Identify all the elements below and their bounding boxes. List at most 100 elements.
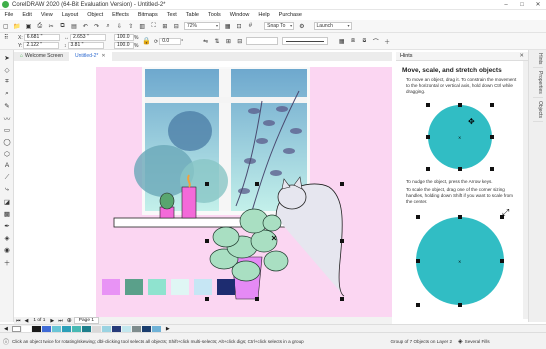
add-button-icon[interactable]: ＋ xyxy=(383,37,392,46)
grid-icon[interactable]: ⊟ xyxy=(172,22,181,31)
menu-tools[interactable]: Tools xyxy=(203,10,225,20)
publish-pdf-icon[interactable]: ▥ xyxy=(138,22,147,31)
object-origin-icon[interactable]: ⠿ xyxy=(4,34,16,41)
full-screen-icon[interactable]: ⛶ xyxy=(149,22,158,31)
palette-scroll-right-icon[interactable]: ▶ xyxy=(166,326,170,332)
convert-curves-icon[interactable]: ⌒ xyxy=(371,37,380,46)
menu-purchase[interactable]: Purchase xyxy=(274,10,306,20)
import-icon[interactable]: ⇩ xyxy=(115,22,124,31)
palette-swatch-14[interactable] xyxy=(152,325,162,332)
cut-icon[interactable]: ✂ xyxy=(47,22,56,31)
menu-view[interactable]: View xyxy=(36,10,57,20)
to-front-icon[interactable]: ⧈ xyxy=(349,37,358,46)
drawing-canvas[interactable] xyxy=(14,61,392,317)
rotation-field[interactable]: 0.0 xyxy=(159,38,182,45)
search-content-icon[interactable]: ⌕ xyxy=(104,22,113,31)
palette-swatch-7[interactable] xyxy=(82,325,92,332)
add-tool-icon[interactable]: ＋ xyxy=(2,257,12,267)
mirror-vertical-icon[interactable]: ⇅ xyxy=(213,37,222,46)
scale-height-field[interactable]: 100.0 xyxy=(114,42,134,49)
side-tab-hints[interactable]: Hints xyxy=(533,50,543,69)
redo-icon[interactable]: ↷ xyxy=(92,22,101,31)
menu-edit[interactable]: Edit xyxy=(18,10,36,20)
copy-icon[interactable]: ⧉ xyxy=(58,22,67,31)
next-page-icon[interactable]: ▶ xyxy=(50,318,54,324)
menu-table[interactable]: Table xyxy=(181,10,203,20)
artistic-media-icon[interactable]: 〰 xyxy=(2,113,12,123)
palette-swatch-4[interactable] xyxy=(52,325,62,332)
wrap-text-icon[interactable]: ▦ xyxy=(337,37,346,46)
side-tab-properties[interactable]: Properties xyxy=(533,68,543,99)
swatch-1[interactable] xyxy=(102,279,120,295)
parallel-dimension-icon[interactable]: ⟋ xyxy=(2,173,12,182)
palette-swatch-10[interactable] xyxy=(112,325,122,332)
ellipse-tool-icon[interactable]: ◯ xyxy=(2,137,12,146)
smart-fill-icon[interactable]: ◉ xyxy=(2,245,12,254)
swatch-2[interactable] xyxy=(125,279,143,295)
undo-icon[interactable]: ↶ xyxy=(81,22,90,31)
print-icon[interactable]: ⎙ xyxy=(35,22,44,31)
freehand-tool-icon[interactable]: ✎ xyxy=(2,101,12,110)
side-tab-objects[interactable]: Objects xyxy=(533,98,543,123)
palette-swatch-13[interactable] xyxy=(142,325,152,332)
minimize-button[interactable]: – xyxy=(498,0,514,10)
palette-swatch-11[interactable] xyxy=(122,325,132,332)
interactive-fill-icon[interactable]: ◈ xyxy=(2,233,12,242)
outline-width-select[interactable] xyxy=(246,37,278,45)
transparency-tool-icon[interactable]: ▩ xyxy=(2,209,12,218)
tab-untitled-2[interactable]: Untitled-2* ✕ xyxy=(69,52,112,61)
crop-tool-icon[interactable]: ⌗ xyxy=(2,77,12,86)
palette-scroll-left-icon[interactable]: ◀ xyxy=(4,326,8,332)
menu-bitmaps[interactable]: Bitmaps xyxy=(133,10,162,20)
y-position-field[interactable]: 2.122 " xyxy=(23,42,60,49)
polygon-tool-icon[interactable]: ⬡ xyxy=(2,149,12,158)
first-page-icon[interactable]: ⏮ xyxy=(16,318,21,324)
view-mode-icon[interactable]: ▦ xyxy=(223,22,232,31)
scale-width-field[interactable]: 100.0 xyxy=(114,34,134,41)
maximize-button[interactable]: □ xyxy=(514,0,530,10)
page-tab[interactable]: Page 1 xyxy=(73,317,100,324)
menu-text[interactable]: Text xyxy=(162,10,181,20)
export-icon[interactable]: ⇧ xyxy=(126,22,135,31)
snap-to-dropdown[interactable]: Snap To ▾ xyxy=(264,22,295,30)
menu-window[interactable]: Window xyxy=(225,10,254,20)
save-icon[interactable]: ▣ xyxy=(24,22,33,31)
rectangle-tool-icon[interactable]: ▭ xyxy=(2,125,12,134)
new-document-icon[interactable]: ▢ xyxy=(1,22,10,31)
launch-dropdown[interactable]: Launch ▾ xyxy=(313,22,352,30)
pick-tool-icon[interactable]: ➤ xyxy=(2,53,12,62)
open-icon[interactable]: 📁 xyxy=(13,22,22,31)
swatch-3[interactable] xyxy=(148,279,166,295)
height-field[interactable]: 3.81 " xyxy=(67,42,104,49)
last-page-icon[interactable]: ⏭ xyxy=(58,318,63,324)
swatch-5[interactable] xyxy=(194,279,212,295)
close-docker-icon[interactable]: ✕ xyxy=(519,52,524,61)
width-field[interactable]: 2.653 " xyxy=(70,34,106,41)
swatch-6[interactable] xyxy=(217,279,235,295)
palette-swatch-6[interactable] xyxy=(72,325,82,332)
close-tab-icon[interactable]: ✕ xyxy=(101,52,105,61)
to-back-icon[interactable]: ⧇ xyxy=(360,37,369,46)
text-tool-icon[interactable]: A xyxy=(2,161,12,170)
x-position-field[interactable]: 6.681 " xyxy=(23,34,60,41)
palette-swatch-9[interactable] xyxy=(102,325,112,332)
palette-swatch-2[interactable] xyxy=(32,325,42,332)
line-style-select[interactable] xyxy=(282,37,328,45)
palette-swatch-1[interactable] xyxy=(22,325,32,332)
zoom-tool-icon[interactable]: ⌕ xyxy=(2,89,12,98)
menu-layout[interactable]: Layout xyxy=(57,10,83,20)
zoom-page-icon[interactable]: ⊡ xyxy=(235,22,244,31)
palette-swatch-5[interactable] xyxy=(62,325,72,332)
rulers-icon[interactable]: ⊞ xyxy=(160,22,169,31)
connector-tool-icon[interactable]: ⤷ xyxy=(2,185,12,194)
palette-swatch-12[interactable] xyxy=(132,325,142,332)
menu-effects[interactable]: Effects xyxy=(108,10,134,20)
no-color-swatch[interactable] xyxy=(12,325,22,332)
paste-icon[interactable]: ▤ xyxy=(69,22,78,31)
close-window-button[interactable]: ✕ xyxy=(530,0,546,10)
shape-tool-icon[interactable]: ◇ xyxy=(2,65,12,74)
mirror-horizontal-icon[interactable]: ⇋ xyxy=(201,37,210,46)
add-page-icon[interactable]: ⊕ xyxy=(67,317,72,324)
menu-help[interactable]: Help xyxy=(254,10,274,20)
menu-object[interactable]: Object xyxy=(83,10,108,20)
